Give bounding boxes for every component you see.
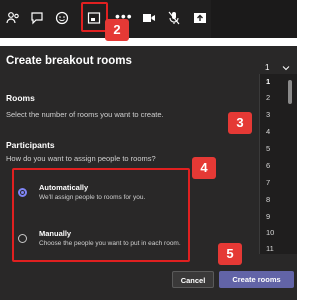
people-icon[interactable] [2,8,24,28]
room-option-2[interactable]: 2 [266,93,270,102]
room-option-11[interactable]: 11 [266,244,274,253]
cancel-button[interactable]: Cancel [172,271,214,288]
room-option-6[interactable]: 6 [266,161,270,170]
callout-5: 5 [218,243,242,265]
rooms-hint: Select the number of rooms you want to c… [6,110,164,119]
room-option-1[interactable]: 1 [266,77,270,86]
breakout-rooms-highlight [81,2,108,32]
participants-label: Participants [6,140,55,150]
room-option-5[interactable]: 5 [266,144,270,153]
rooms-label: Rooms [6,93,35,103]
room-option-10[interactable]: 10 [266,228,274,237]
manual-title: Manually [39,229,72,238]
callout-3: 3 [228,112,252,134]
participants-hint: How do you want to assign people to room… [6,154,156,163]
reactions-icon[interactable] [51,8,73,28]
automatic-title: Automatically [39,183,89,192]
option-automatically[interactable]: Automatically We'll assign people to roo… [6,170,188,212]
callout-2: 2 [105,19,129,41]
room-option-7[interactable]: 7 [266,178,270,187]
dropdown-scrollbar[interactable] [288,80,292,104]
share-icon[interactable] [189,8,211,28]
meeting-toolbar: ••• [0,0,297,42]
option-manually[interactable]: Manually Choose the people you want to p… [6,216,188,258]
room-option-8[interactable]: 8 [266,195,270,204]
create-rooms-button[interactable]: Create rooms [219,271,294,288]
automatic-radio[interactable] [18,188,27,197]
chat-icon[interactable] [26,8,48,28]
automatic-desc: We'll assign people to rooms for you. [39,194,146,201]
room-option-3[interactable]: 3 [266,110,270,119]
room-count-dropdown: 1 2 3 4 5 6 7 8 9 10 11 [259,74,297,254]
manual-radio[interactable] [18,234,27,243]
camera-icon[interactable] [138,8,160,28]
manual-desc: Choose the people you want to put in eac… [39,240,181,247]
dialog-title: Create breakout rooms [6,55,132,67]
room-option-9[interactable]: 9 [266,212,270,221]
callout-4: 4 [192,157,216,179]
mic-off-icon[interactable] [163,8,185,28]
chevron-down-icon [282,66,290,71]
room-count-value: 1 [265,63,270,72]
room-option-4[interactable]: 4 [266,127,270,136]
toolbar-right [211,0,297,38]
